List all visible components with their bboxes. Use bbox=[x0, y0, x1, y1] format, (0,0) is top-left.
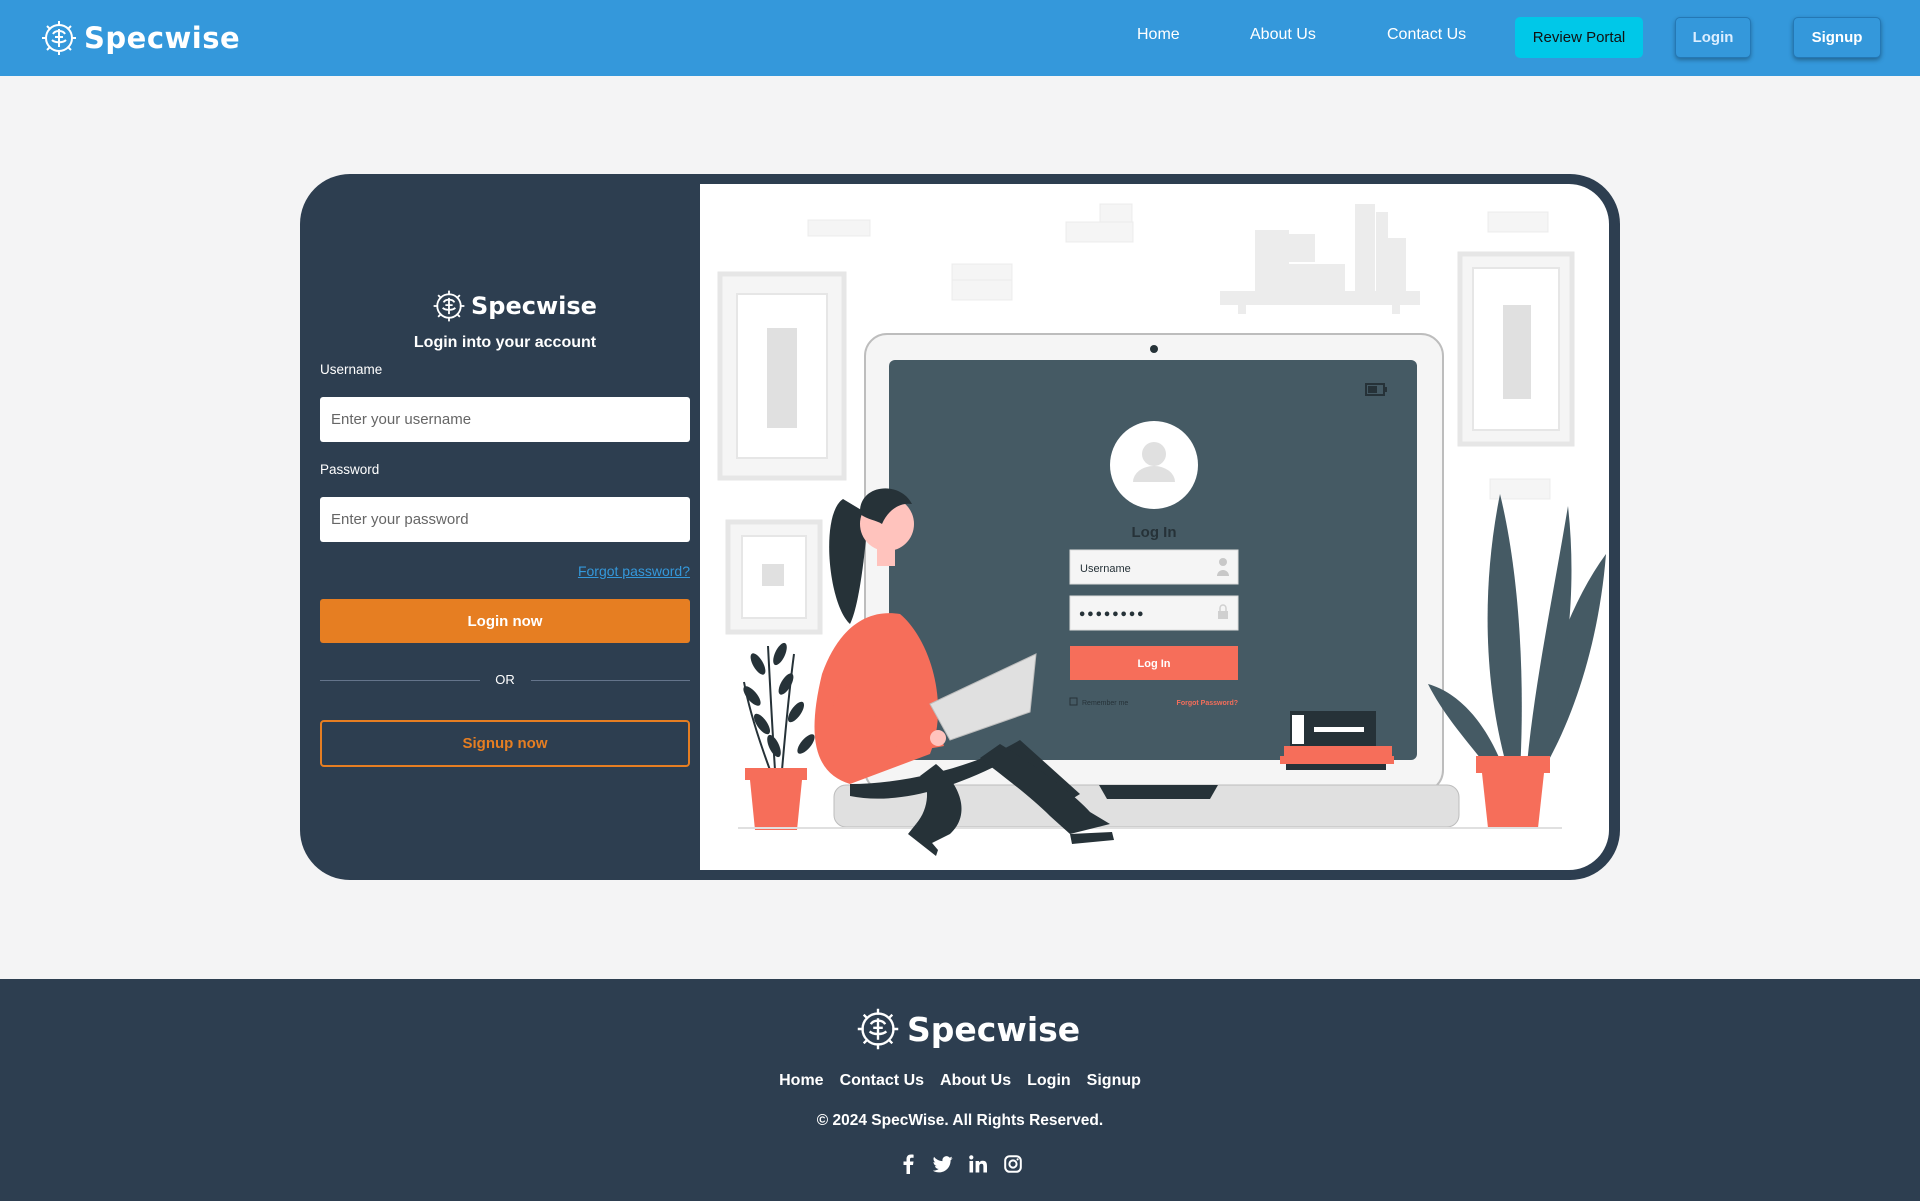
or-text: OR bbox=[495, 672, 515, 687]
footer: Specwise Home Contact Us About Us Login … bbox=[0, 979, 1920, 1201]
nav-contact-link[interactable]: Contact Us bbox=[1387, 26, 1466, 44]
instagram-icon[interactable] bbox=[1003, 1154, 1023, 1174]
mock-username-text: Username bbox=[1080, 563, 1131, 575]
footer-about-link[interactable]: About Us bbox=[940, 1072, 1011, 1090]
footer-signup-link[interactable]: Signup bbox=[1087, 1072, 1141, 1090]
login-now-button[interactable]: Login now bbox=[320, 599, 690, 643]
nav-login-button[interactable]: Login bbox=[1675, 17, 1751, 58]
facebook-icon[interactable] bbox=[898, 1154, 918, 1174]
mock-login-title: Log In bbox=[1132, 524, 1177, 541]
footer-brand-name: Specwise bbox=[907, 1009, 1081, 1049]
mock-remember-text: Remember me bbox=[1082, 700, 1128, 707]
login-card: Specwise Login into your account Usernam… bbox=[300, 174, 1620, 880]
username-label: Username bbox=[320, 362, 383, 377]
twitter-icon[interactable] bbox=[932, 1154, 953, 1174]
forgot-password-link[interactable]: Forgot password? bbox=[578, 563, 690, 579]
gear-brain-icon bbox=[857, 1008, 899, 1050]
form-heading: Login into your account bbox=[413, 334, 597, 351]
mock-login-button-text: Log In bbox=[1138, 658, 1171, 670]
nav-home-link[interactable]: Home bbox=[1137, 26, 1180, 44]
linkedin-icon[interactable] bbox=[968, 1154, 988, 1174]
footer-contact-link[interactable]: Contact Us bbox=[840, 1072, 924, 1090]
form-brand-name: Specwise bbox=[471, 292, 597, 320]
username-input[interactable] bbox=[320, 397, 690, 442]
nav-signup-button[interactable]: Signup bbox=[1793, 17, 1881, 58]
brand-name: Specwise bbox=[84, 21, 241, 55]
social-links bbox=[0, 1154, 1920, 1174]
footer-links: Home Contact Us About Us Login Signup bbox=[0, 1072, 1920, 1090]
footer-brand-logo: Specwise bbox=[853, 1004, 1080, 1054]
password-input[interactable] bbox=[320, 497, 690, 542]
gear-brain-icon bbox=[42, 21, 76, 55]
mock-forgot-text: Forgot Password? bbox=[1177, 700, 1238, 707]
mock-password-text: •••••••• bbox=[1078, 608, 1144, 623]
gear-brain-icon bbox=[433, 290, 465, 322]
login-illustration: Log In Username •••••••• Log In Remember… bbox=[700, 184, 1609, 870]
footer-login-link[interactable]: Login bbox=[1027, 1072, 1071, 1090]
login-illustration-art: Log In Username •••••••• Log In Remember… bbox=[717, 203, 1606, 856]
signup-now-button[interactable]: Signup now bbox=[320, 720, 690, 767]
navbar: Specwise Home About Us Contact Us Review… bbox=[0, 0, 1920, 76]
nav-about-link[interactable]: About Us bbox=[1250, 26, 1316, 44]
form-brand-logo: Specwise bbox=[430, 287, 597, 325]
review-portal-button[interactable]: Review Portal bbox=[1515, 17, 1643, 58]
brand-logo[interactable]: Specwise bbox=[38, 17, 240, 59]
password-label: Password bbox=[320, 462, 380, 477]
copyright-text: © 2024 SpecWise. All Rights Reserved. bbox=[816, 1112, 1104, 1129]
footer-home-link[interactable]: Home bbox=[779, 1072, 823, 1090]
login-form: Specwise Login into your account Usernam… bbox=[300, 174, 700, 880]
or-divider: OR bbox=[320, 670, 690, 690]
